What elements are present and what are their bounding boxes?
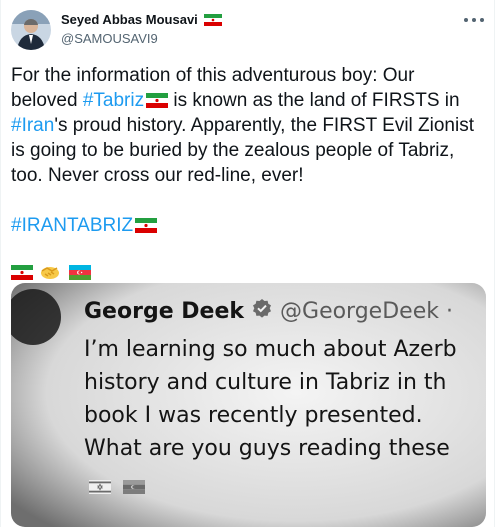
iran-flag-icon <box>146 93 169 108</box>
embedded-image[interactable]: George Deek @GeorgeDeek · I’m learning s… <box>11 283 486 527</box>
embedded-line: history and culture in Tabriz in th <box>84 370 447 395</box>
author-handle[interactable]: @SAMOUSAVI9 <box>61 31 158 46</box>
embedded-flags <box>89 480 145 499</box>
hashtag-iran[interactable]: #Iran <box>11 115 54 136</box>
tweet-card: Seyed Abbas Mousavi @SAMOUSAVI9 For the … <box>0 0 495 527</box>
embedded-author-name: George Deek <box>84 299 245 324</box>
azerbaijan-flag-icon <box>69 264 91 280</box>
embedded-line: What are you guys reading these <box>84 436 450 461</box>
verified-badge-icon <box>252 295 272 318</box>
embedded-line: book I was recently presented. <box>84 403 423 428</box>
tweet-paragraph-2: #IRANTABRIZ <box>11 213 486 238</box>
hashtag-irantabriz[interactable]: #IRANTABRIZ <box>11 215 133 236</box>
avatar[interactable] <box>11 10 51 50</box>
tweet-paragraph-1: For the information of this adventurous … <box>11 63 486 188</box>
tweet-text-segment: is known as the land of FIRSTS in <box>168 90 460 111</box>
tweet-text-segment: 's proud history. Apparently, the FIRST … <box>11 115 475 186</box>
embedded-line: I’m learning so much about Azerb <box>84 337 457 362</box>
embedded-body: I’m learning so much about Azerb history… <box>84 333 486 465</box>
embedded-author-row: George Deek @GeorgeDeek · <box>84 295 486 329</box>
hashtag-tabriz[interactable]: #Tabriz <box>83 90 144 111</box>
author-name-row: Seyed Abbas Mousavi <box>61 12 222 27</box>
iran-flag-icon <box>11 264 33 280</box>
azerbaijan-flag-icon <box>123 480 145 499</box>
israel-flag-icon <box>89 480 111 499</box>
embedded-tweet-text: George Deek @GeorgeDeek · I’m learning s… <box>84 295 486 465</box>
author-name[interactable]: Seyed Abbas Mousavi <box>61 12 198 27</box>
embedded-author-handle: @GeorgeDeek · <box>280 299 453 324</box>
tweet-paragraph-3 <box>11 263 486 281</box>
tweet-text: For the information of this adventurous … <box>11 63 486 281</box>
iran-flag-icon <box>203 13 222 26</box>
more-options-icon[interactable] <box>464 12 484 28</box>
iran-flag-icon <box>135 218 158 233</box>
handshake-icon <box>39 263 61 281</box>
